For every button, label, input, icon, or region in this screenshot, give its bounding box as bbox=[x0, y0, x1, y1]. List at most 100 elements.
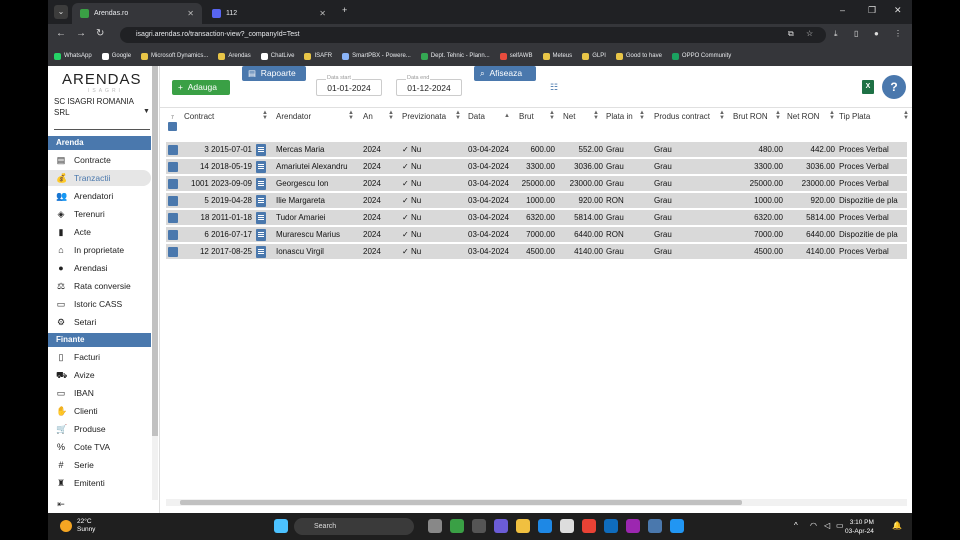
column-header-arendator[interactable]: Arendator ▲ ▼ bbox=[276, 108, 358, 142]
bookmark-chatlive[interactable]: ChatLive bbox=[260, 52, 294, 60]
sidebar-item-iban[interactable]: ▭ IBAN bbox=[48, 385, 151, 401]
dropdown-arrow-icon[interactable]: ▼ bbox=[143, 108, 150, 115]
show-button[interactable]: ⌕ Afiseaza bbox=[474, 66, 536, 81]
table-row[interactable]: 18 2011-01-18 Tudor Amariei 2024 ✓ Nu 03-04-… bbox=[166, 210, 907, 226]
minimize-icon[interactable]: – bbox=[840, 5, 845, 15]
chrome-icon[interactable] bbox=[582, 519, 596, 533]
bookmark-meteus[interactable]: Meteus bbox=[542, 52, 572, 60]
bookmark-selfawb[interactable]: selfAWB bbox=[499, 52, 533, 60]
row-checkbox[interactable] bbox=[168, 196, 178, 206]
outlook-icon[interactable] bbox=[604, 519, 618, 533]
table-row[interactable]: 3 2015-07-01 Mercas Maria 2024 ✓ Nu 03-04-20… bbox=[166, 142, 907, 158]
sidebar-item-avize[interactable]: ⛟ Avize bbox=[48, 367, 151, 383]
bookmark-glpi[interactable]: GLPI bbox=[582, 52, 606, 60]
date-start-field[interactable]: Data start 01-01-2024 bbox=[316, 75, 382, 96]
row-checkbox[interactable] bbox=[168, 179, 178, 189]
tab-112[interactable]: 112 ✕ bbox=[204, 3, 334, 24]
clock[interactable]: 3:10 PM 03-Apr-24 bbox=[845, 518, 874, 536]
edge-icon[interactable] bbox=[538, 519, 552, 533]
excel-export-icon[interactable]: X bbox=[862, 80, 874, 94]
bookmark-oppo[interactable]: OPPO Community bbox=[671, 52, 731, 60]
bookmark-dynamics[interactable]: Microsoft Dynamics... bbox=[141, 52, 208, 60]
wifi-icon[interactable]: ◠ bbox=[810, 521, 817, 530]
column-header-an[interactable]: An ▲ ▼ bbox=[363, 108, 397, 142]
document-icon[interactable] bbox=[256, 246, 266, 258]
table-row[interactable]: 12 2017-08-25 Ionascu Virgil 2024 ✓ Nu 03-04… bbox=[166, 244, 907, 260]
sort-icon[interactable]: ▲ ▼ bbox=[829, 110, 835, 121]
download-icon[interactable]: ⤓ bbox=[834, 29, 838, 39]
bookmark-dept-tehnic[interactable]: Dept. Tehnic - Plann... bbox=[420, 52, 490, 60]
column-header-produs-contract[interactable]: Produs contract ▲ ▼ bbox=[654, 108, 728, 142]
profile-icon[interactable]: ● bbox=[874, 29, 879, 38]
horizontal-scrollbar-thumb[interactable] bbox=[180, 500, 742, 505]
column-header-net-ron[interactable]: Net RON ▲ ▼ bbox=[787, 108, 837, 142]
collapse-sidebar-button[interactable]: ⇤ bbox=[48, 496, 151, 512]
sun-icon[interactable] bbox=[60, 520, 72, 532]
row-checkbox[interactable] bbox=[168, 213, 178, 223]
sort-icon[interactable]: ▲ ▼ bbox=[593, 110, 599, 121]
document-icon[interactable] bbox=[256, 144, 266, 156]
bookmark-google[interactable]: Google bbox=[101, 52, 131, 60]
sidebar-item-contracte[interactable]: ▤ Contracte bbox=[48, 152, 151, 168]
open-external-icon[interactable]: ⧉ bbox=[788, 29, 794, 39]
new-tab-icon[interactable]: + bbox=[342, 5, 347, 15]
show-hidden-icons[interactable]: ^ bbox=[794, 521, 798, 530]
app-icon[interactable] bbox=[472, 519, 486, 533]
bookmark-whatsapp[interactable]: WhatsApp bbox=[54, 52, 92, 60]
sidebar-item-in-proprietate[interactable]: ⌂ In proprietate bbox=[48, 242, 151, 258]
sidebar-item-rata-conversie[interactable]: ⚖ Rata conversie bbox=[48, 278, 151, 294]
address-bar[interactable]: isagri.arendas.ro/transaction-view?_comp… bbox=[120, 27, 826, 43]
store-icon[interactable] bbox=[560, 519, 574, 533]
sort-icon[interactable]: ▲ ▼ bbox=[639, 110, 645, 121]
start-icon[interactable] bbox=[274, 519, 288, 533]
taskbar-search[interactable]: Search bbox=[294, 518, 414, 535]
excel-app-icon[interactable] bbox=[450, 519, 464, 533]
column-header-previzionata[interactable]: Previzionata ▲ ▼ bbox=[402, 108, 464, 142]
sort-icon[interactable]: ▲ ▼ bbox=[719, 110, 725, 121]
document-icon[interactable] bbox=[256, 229, 266, 241]
sidebar-item-acte[interactable]: ▮ Acte bbox=[48, 224, 151, 240]
remote-desktop-icon[interactable] bbox=[670, 519, 684, 533]
company-selector[interactable]: SC ISAGRI ROMANIA SRL bbox=[54, 96, 150, 118]
teams-icon[interactable] bbox=[494, 519, 508, 533]
sidebar-item-emitenti[interactable]: ♜ Emitenti bbox=[48, 475, 151, 491]
file-explorer-icon[interactable] bbox=[516, 519, 530, 533]
document-icon[interactable] bbox=[256, 195, 266, 207]
battery-icon[interactable]: ▭ bbox=[836, 521, 844, 530]
bookmark-arendas[interactable]: Arendas bbox=[218, 52, 251, 60]
column-header-tip-plata[interactable]: Tip Plata ▲ ▼ bbox=[839, 108, 909, 142]
app-icon[interactable] bbox=[648, 519, 662, 533]
table-row[interactable]: 1001 2023-09-09 Georgescu Ion 2024 ✓ Nu 03-0… bbox=[166, 176, 907, 192]
add-button[interactable]: + Adauga bbox=[172, 80, 230, 95]
sidebar-item-facturi[interactable]: ▯ Facturi bbox=[48, 349, 151, 365]
close-tab-icon[interactable]: ✕ bbox=[187, 9, 194, 18]
sort-icon[interactable]: ▲ ▼ bbox=[262, 110, 268, 121]
restore-icon[interactable]: ❐ bbox=[868, 5, 876, 16]
select-all-checkbox[interactable] bbox=[168, 122, 177, 131]
forward-icon[interactable]: → bbox=[76, 28, 86, 39]
column-header-brut[interactable]: Brut ▲ ▼ bbox=[519, 108, 557, 142]
sidebar-item-terenuri[interactable]: ◈ Terenuri bbox=[48, 206, 151, 222]
reload-icon[interactable]: ↻ bbox=[96, 28, 104, 39]
bookmark-good-to-have[interactable]: Good to have bbox=[615, 52, 662, 60]
document-icon[interactable] bbox=[256, 161, 266, 173]
table-row[interactable]: 5 2019-04-28 Ilie Margareta 2024 ✓ Nu 03-04-… bbox=[166, 193, 907, 209]
row-checkbox[interactable] bbox=[168, 145, 178, 155]
sidebar-item-istoric-cass[interactable]: ▭ Istoric CASS bbox=[48, 296, 151, 312]
reports-button[interactable]: ▤ Rapoarte bbox=[242, 66, 306, 81]
row-checkbox[interactable] bbox=[168, 247, 178, 257]
side-panel-icon[interactable]: ▯ bbox=[854, 29, 858, 38]
tab-arendas[interactable]: Arendas.ro ✕ bbox=[72, 3, 202, 24]
document-icon[interactable] bbox=[256, 178, 266, 190]
sort-icon[interactable]: ▲ ▼ bbox=[775, 110, 781, 121]
sidebar-item-arendasi[interactable]: ● Arendasi bbox=[48, 260, 151, 276]
sort-icon[interactable]: ▲ ▼ bbox=[903, 110, 909, 121]
window-close-icon[interactable]: ✕ bbox=[894, 5, 902, 16]
sort-icon[interactable]: ▲ ▼ bbox=[549, 110, 555, 121]
tab-search-icon[interactable]: ⌄ bbox=[54, 5, 68, 19]
close-tab-icon[interactable]: ✕ bbox=[319, 9, 326, 18]
sort-icon[interactable]: ▲ ▼ bbox=[455, 110, 461, 121]
row-checkbox[interactable] bbox=[168, 162, 178, 172]
sidebar-item-tranzactii[interactable]: 💰 Tranzactii bbox=[48, 170, 151, 186]
document-icon[interactable] bbox=[256, 212, 266, 224]
